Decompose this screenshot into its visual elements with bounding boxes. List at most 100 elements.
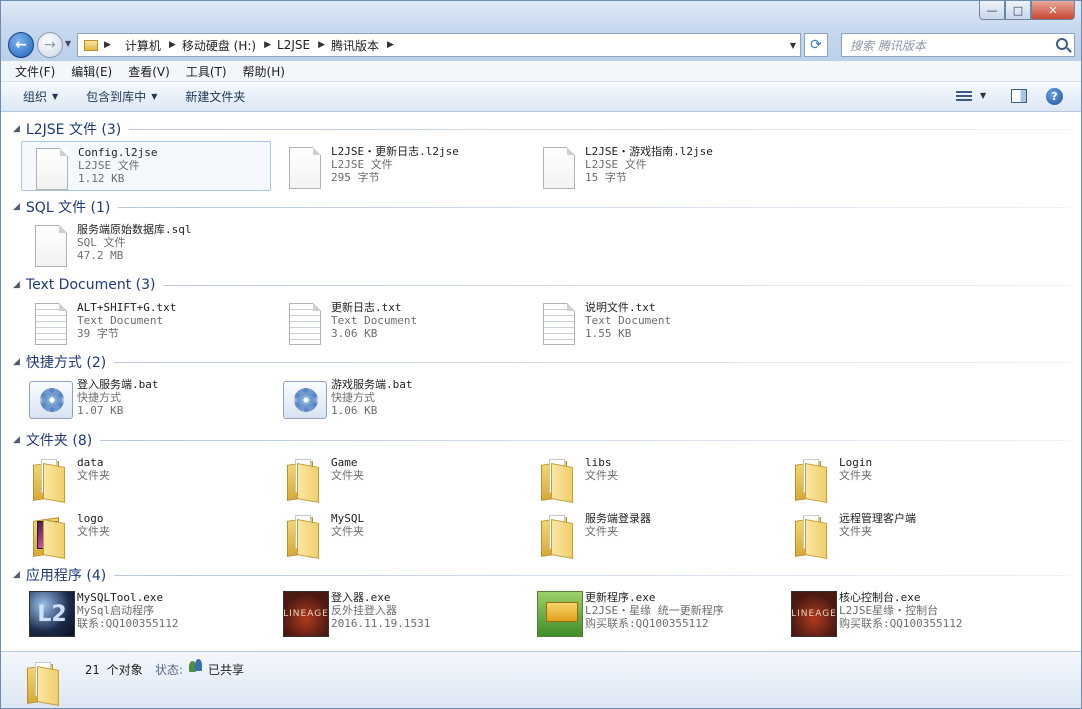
- help-icon[interactable]: ?: [1046, 88, 1063, 105]
- group-header[interactable]: ◢ 快捷方式 (2): [13, 352, 1071, 372]
- minimize-button[interactable]: —: [979, 1, 1005, 20]
- file-item[interactable]: Config.l2jse L2JSE 文件 1.12 KB: [21, 141, 271, 191]
- collapse-arrow-icon[interactable]: ◢: [13, 280, 20, 290]
- chevron-right-icon: ▶: [318, 40, 326, 50]
- file-item[interactable]: Login 文件夹: [783, 452, 1033, 503]
- breadcrumb-label: 计算机: [124, 38, 161, 53]
- file-item[interactable]: L2 MySQLTool.exe MySql启动程序 联系:QQ100355112: [21, 587, 271, 637]
- search-placeholder: 搜索 腾讯版本: [850, 38, 926, 53]
- title-bar: — □ ✕: [1, 1, 1081, 29]
- picture-folder-icon: [27, 510, 71, 559]
- group-header[interactable]: ◢ 文件夹 (8): [13, 430, 1071, 450]
- file-name: 登入服务端.bat: [77, 378, 159, 391]
- file-info: 1.55 KB: [585, 327, 632, 340]
- file-text: 更新日志.txt Text Document 3.06 KB: [331, 301, 417, 340]
- chevron-right-icon: ▶: [104, 40, 111, 50]
- folder-icon: [281, 454, 325, 503]
- forward-button[interactable]: →: [37, 32, 63, 58]
- maximize-button[interactable]: □: [1005, 1, 1031, 20]
- file-item[interactable]: LINEAGE 核心控制台.exe L2JSE星缘・控制台 购买联系:QQ100355…: [783, 587, 1033, 637]
- collapse-arrow-icon[interactable]: ◢: [13, 202, 20, 212]
- preview-pane-icon[interactable]: [1011, 89, 1027, 103]
- file-type: L2JSE 文件: [331, 158, 393, 171]
- collapse-arrow-icon[interactable]: ◢: [13, 357, 20, 367]
- file-item[interactable]: data 文件夹: [21, 452, 271, 503]
- organize-button[interactable]: 组织 ▼: [23, 88, 58, 105]
- l2-app-icon: L2: [27, 589, 75, 637]
- recent-pages-dropdown[interactable]: ▼: [65, 39, 71, 48]
- file-text: Login 文件夹: [839, 456, 872, 482]
- back-button[interactable]: ←: [8, 32, 34, 58]
- menu-edit[interactable]: 编辑(E): [71, 63, 112, 80]
- include-library-label: 包含到库中: [86, 90, 147, 104]
- group-divider: [163, 284, 1071, 286]
- file-text: ALT+SHIFT+G.txt Text Document 39 字节: [77, 301, 176, 340]
- folder-icon: [535, 454, 579, 503]
- collapse-arrow-icon[interactable]: ◢: [13, 570, 20, 580]
- file-type: SQL 文件: [77, 236, 126, 249]
- state-label: 状态:: [155, 663, 184, 677]
- search-input[interactable]: 搜索 腾讯版本: [841, 33, 1075, 57]
- file-name: 说明文件.txt: [585, 301, 656, 314]
- refresh-button[interactable]: ⟳: [804, 33, 828, 57]
- file-item[interactable]: 登入服务端.bat 快捷方式 1.07 KB: [21, 374, 271, 424]
- menu-tools[interactable]: 工具(T): [186, 63, 227, 80]
- breadcrumb-current[interactable]: ▶ 腾讯版本 ▶: [318, 37, 400, 54]
- explorer-window: — □ ✕ ← → ▼ ▶ 计算机 ▶ 移动硬盘 (H:) ▶ L2JSE ▶ 腾讯版…: [0, 0, 1082, 709]
- folder-icon: [535, 510, 579, 559]
- address-dropdown-button[interactable]: ▼: [790, 41, 796, 50]
- file-item[interactable]: L2JSE・游戏指南.l2jse L2JSE 文件 15 字节: [529, 141, 779, 191]
- search-icon[interactable]: [1056, 38, 1068, 50]
- menu-view[interactable]: 查看(V): [128, 63, 170, 80]
- file-item[interactable]: 说明文件.txt Text Document 1.55 KB: [529, 297, 779, 347]
- details-pane: 21 个对象 状态: 已共享: [1, 651, 1081, 708]
- file-item[interactable]: 更新日志.txt Text Document 3.06 KB: [275, 297, 525, 347]
- file-item[interactable]: LINEAGE 登入器.exe 反外挂登入器 2016.11.19.1531: [275, 587, 525, 637]
- group-header[interactable]: ◢ SQL 文件 (1): [13, 197, 1071, 217]
- collapse-arrow-icon[interactable]: ◢: [13, 435, 20, 445]
- file-type: 快捷方式: [331, 391, 375, 404]
- view-options-dropdown[interactable]: ▼: [980, 91, 986, 100]
- close-button[interactable]: ✕: [1031, 1, 1075, 20]
- file-type: 文件夹: [331, 469, 364, 482]
- group-header[interactable]: ◢ Text Document (3): [13, 275, 1071, 295]
- file-item[interactable]: 服务端原始数据库.sql SQL 文件 47.2 MB: [21, 219, 271, 269]
- file-text: 远程管理客户端 文件夹: [839, 512, 916, 538]
- file-type: 文件夹: [77, 469, 110, 482]
- file-text: 登入服务端.bat 快捷方式 1.07 KB: [77, 378, 159, 417]
- file-item[interactable]: MySQL 文件夹: [275, 508, 525, 559]
- file-text: Game 文件夹: [331, 456, 364, 482]
- file-text: L2JSE・游戏指南.l2jse L2JSE 文件 15 字节: [585, 145, 713, 184]
- address-bar[interactable]: ▶ 计算机 ▶ 移动硬盘 (H:) ▶ L2JSE ▶ 腾讯版本 ▶ ▼: [77, 33, 801, 57]
- new-folder-button[interactable]: 新建文件夹: [185, 88, 245, 105]
- file-item[interactable]: 服务端登录器 文件夹: [529, 508, 779, 559]
- group-header[interactable]: ◢ L2JSE 文件 (3): [13, 119, 1071, 139]
- collapse-arrow-icon[interactable]: ◢: [13, 124, 20, 134]
- chevron-right-icon: ▶: [168, 40, 176, 50]
- breadcrumb-drive[interactable]: ▶ 移动硬盘 (H:): [169, 37, 256, 54]
- group-divider: [118, 206, 1071, 208]
- file-type: 文件夹: [585, 469, 618, 482]
- file-item[interactable]: Game 文件夹: [275, 452, 525, 503]
- include-in-library-button[interactable]: 包含到库中 ▼: [86, 88, 157, 105]
- file-item[interactable]: 游戏服务端.bat 快捷方式 1.06 KB: [275, 374, 525, 424]
- breadcrumb-root[interactable]: ▶: [104, 40, 117, 50]
- file-item[interactable]: L2JSE・更新日志.l2jse L2JSE 文件 295 字节: [275, 141, 525, 191]
- file-item[interactable]: 更新程序.exe L2JSE・星缘 统一更新程序 购买联系:QQ100355112: [529, 587, 779, 637]
- shortcut-icon: [281, 376, 327, 422]
- file-item[interactable]: libs 文件夹: [529, 452, 779, 503]
- document-icon: [535, 143, 579, 189]
- file-info: 2016.11.19.1531: [331, 617, 431, 630]
- menu-file[interactable]: 文件(F): [15, 63, 55, 80]
- file-text: L2JSE・更新日志.l2jse L2JSE 文件 295 字节: [331, 145, 459, 184]
- file-item[interactable]: logo 文件夹: [21, 508, 271, 559]
- file-name: MySQLTool.exe: [77, 591, 164, 604]
- file-item[interactable]: 远程管理客户端 文件夹: [783, 508, 1033, 559]
- menu-help[interactable]: 帮助(H): [243, 63, 285, 80]
- file-item[interactable]: ALT+SHIFT+G.txt Text Document 39 字节: [21, 297, 271, 347]
- breadcrumb-l2jse[interactable]: ▶ L2JSE: [264, 38, 310, 52]
- group-header[interactable]: ◢ 应用程序 (4): [13, 565, 1071, 585]
- breadcrumb-computer[interactable]: 计算机: [125, 37, 161, 54]
- change-view-icon[interactable]: [956, 89, 972, 103]
- file-name: 核心控制台.exe: [839, 591, 921, 604]
